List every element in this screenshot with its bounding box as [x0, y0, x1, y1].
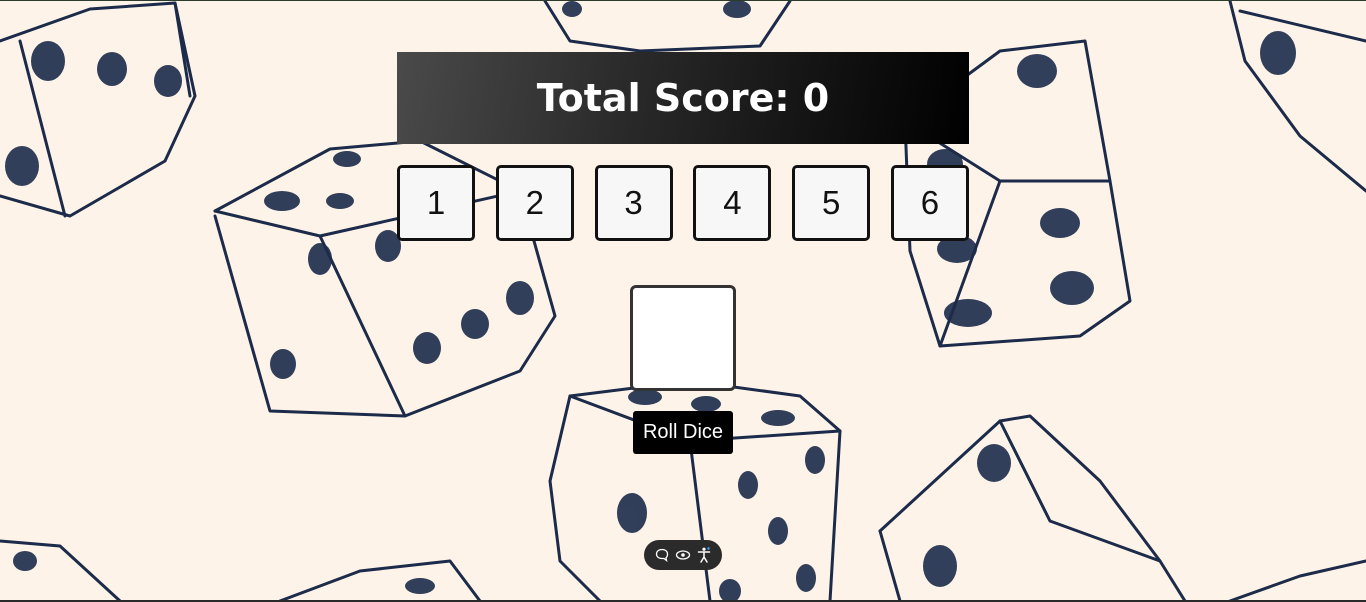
number-button-6[interactable]: 6: [890, 165, 969, 241]
floating-toolbar: [644, 540, 722, 570]
number-button-1[interactable]: 1: [397, 165, 475, 241]
number-button-4[interactable]: 4: [693, 165, 772, 241]
number-button-5[interactable]: 5: [792, 165, 871, 241]
number-button-2[interactable]: 2: [495, 165, 574, 241]
roll-dice-button[interactable]: Roll Dice: [633, 411, 733, 454]
number-selector: 1 2 3 4 5 6: [397, 165, 969, 245]
dice-display[interactable]: [630, 285, 736, 391]
total-score-banner: Total Score: 0: [397, 52, 969, 144]
total-score-text: Total Score: 0: [536, 76, 830, 120]
number-button-3[interactable]: 3: [594, 165, 673, 241]
eye-icon[interactable]: [675, 547, 691, 563]
game-page: Total Score: 0 1 2 3 4 5 6 Roll Dice: [0, 0, 1366, 602]
chat-bubble-icon[interactable]: [654, 547, 670, 563]
accessibility-icon[interactable]: [696, 547, 712, 563]
